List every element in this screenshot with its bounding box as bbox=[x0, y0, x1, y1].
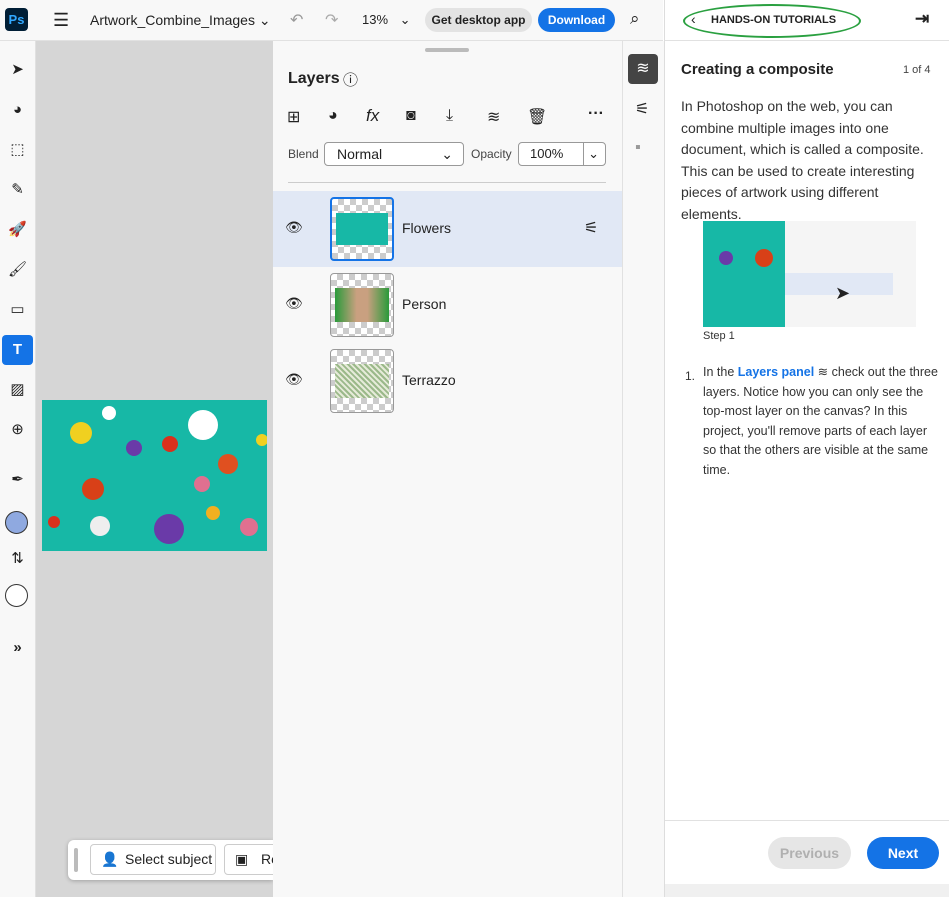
redo-icon[interactable]: ↷ bbox=[325, 10, 338, 30]
collapse-panel-icon[interactable]: ⇥ bbox=[915, 9, 929, 29]
step-number: 1. bbox=[685, 369, 696, 383]
canvas-image-flowers[interactable] bbox=[42, 400, 267, 551]
layers-panel-link[interactable]: Layers panel bbox=[738, 365, 814, 379]
quick-selection-icon[interactable]: ⬚ bbox=[2, 135, 33, 165]
comments-icon[interactable]: ▪ bbox=[635, 139, 641, 157]
tutorial-title: Creating a composite bbox=[681, 61, 834, 78]
chevron-down-icon[interactable]: ⌄ bbox=[588, 143, 599, 165]
undo-icon[interactable]: ↶ bbox=[290, 10, 303, 30]
properties-icon[interactable]: ⚟ bbox=[635, 99, 649, 119]
previous-button[interactable]: Previous bbox=[768, 837, 851, 869]
clip-icon[interactable]: ⤓ bbox=[446, 107, 453, 125]
document-title: Artwork_Combine_Images bbox=[90, 12, 255, 28]
back-icon[interactable]: ‹ bbox=[691, 11, 696, 27]
blend-value: Normal bbox=[337, 146, 383, 162]
opacity-label: Opacity bbox=[471, 147, 512, 161]
layer-thumbnail bbox=[330, 349, 394, 413]
contextual-taskbar: 👤 Select subject ▣ Re bbox=[68, 840, 284, 880]
layer-name: Terrazzo bbox=[402, 372, 456, 388]
document-title-dropdown[interactable]: Artwork_Combine_Images ⌄ bbox=[90, 12, 271, 29]
layer-row-flowers[interactable]: 👁 Flowers ⚟ bbox=[273, 191, 622, 267]
layers-icon: ≋ bbox=[817, 365, 829, 379]
tutorial-intro: In Photoshop on the web, you can combine… bbox=[681, 98, 924, 222]
chevron-down-icon: ⌄ bbox=[441, 146, 453, 162]
adjustment-layer-icon[interactable]: ◕ bbox=[328, 107, 338, 125]
layers-title: Layers bbox=[288, 70, 340, 87]
tutorial-header: ‹ HANDS-ON TUTORIALS ⇥ bbox=[665, 0, 949, 41]
divider bbox=[665, 820, 949, 821]
generative-fill-icon[interactable]: ▨ bbox=[2, 375, 33, 405]
tutorial-page-indicator: 1 of 4 bbox=[903, 64, 931, 76]
zoom-dropdown[interactable]: 13% ⌄ bbox=[362, 12, 411, 28]
download-button[interactable]: Download bbox=[538, 8, 615, 32]
fx-icon[interactable]: fx bbox=[366, 106, 379, 126]
visibility-eye-icon[interactable]: 👁 bbox=[285, 219, 303, 236]
layer-row-person[interactable]: 👁 Person bbox=[273, 267, 622, 343]
brush-icon[interactable]: 🖌 bbox=[2, 255, 33, 285]
visibility-eye-icon[interactable]: 👁 bbox=[285, 295, 303, 312]
photoshop-logo: Ps bbox=[5, 8, 28, 31]
eyedropper-icon[interactable]: ✒ bbox=[2, 465, 33, 495]
tutorial-header-label: HANDS-ON TUTORIALS bbox=[711, 14, 837, 26]
tool-bar: ➤ ◕ ⬚ ✎ 🚀 🖌 ▭ T ▨ ⊕ ✒ ⇅ » bbox=[0, 41, 36, 897]
swap-colors-icon[interactable]: ⇅ bbox=[2, 544, 33, 574]
select-subject-label: Select subject bbox=[125, 851, 213, 867]
layer-name: Flowers bbox=[402, 220, 452, 236]
delete-icon[interactable]: 🗑 bbox=[527, 107, 547, 127]
layers-panel: Layers ⓘ ⊞ ◕ fx ◙ ⤓ ≋ 🗑 ··· Blend Normal… bbox=[273, 41, 623, 897]
rectangle-shape-icon[interactable]: ▭ bbox=[2, 295, 33, 325]
step-caption: Step 1 bbox=[703, 330, 735, 342]
add-layer-icon[interactable]: ⊞ bbox=[287, 107, 300, 127]
layer-name: Person bbox=[402, 296, 447, 312]
get-desktop-app-button[interactable]: Get desktop app bbox=[425, 8, 532, 32]
layer-stack-icon[interactable]: ≋ bbox=[487, 107, 500, 127]
image-icon: ▣ bbox=[235, 851, 249, 867]
step-instruction: In the Layers panel ≋ check out the thre… bbox=[703, 363, 943, 480]
search-icon[interactable]: ⌕ bbox=[630, 9, 640, 29]
panel-drag-handle[interactable] bbox=[425, 48, 469, 52]
top-bar: Ps ☰ Artwork_Combine_Images ⌄ ↶ ↷ 13% ⌄ … bbox=[0, 0, 663, 41]
layer-properties-icon[interactable]: ⚟ bbox=[584, 218, 598, 238]
opacity-input[interactable]: 100% ⌄ bbox=[518, 142, 606, 166]
step-text: In the bbox=[703, 365, 738, 379]
person-selection-icon: 👤 bbox=[101, 851, 119, 867]
drag-handle[interactable] bbox=[74, 848, 78, 872]
expand-tools-icon[interactable]: » bbox=[2, 633, 33, 663]
menu-icon[interactable]: ☰ bbox=[53, 10, 69, 31]
quick-actions-rocket-icon[interactable]: 🚀 bbox=[2, 215, 33, 245]
chevron-down-icon: ⌄ bbox=[258, 12, 271, 28]
panel-footer bbox=[665, 884, 949, 897]
panel-icon-strip: ≋ ⚟ ▪ bbox=[623, 41, 664, 897]
foreground-color-swatch[interactable] bbox=[5, 511, 28, 534]
opacity-value: 100% bbox=[530, 146, 564, 161]
tutorials-panel: ‹ HANDS-ON TUTORIALS ⇥ Creating a compos… bbox=[664, 0, 949, 897]
add-image-icon[interactable]: ⊕ bbox=[2, 415, 33, 445]
chevron-down-icon: ⌄ bbox=[399, 12, 411, 27]
select-subject-button[interactable]: 👤 Select subject bbox=[90, 844, 216, 875]
more-options-icon[interactable]: ··· bbox=[588, 105, 604, 123]
select-tool-icon[interactable]: ➤ bbox=[2, 55, 33, 85]
layer-thumbnail bbox=[330, 197, 394, 261]
type-tool-icon[interactable]: T bbox=[2, 335, 33, 365]
blend-label: Blend bbox=[288, 147, 319, 161]
layers-panel-icon[interactable]: ≋ bbox=[628, 54, 658, 84]
visibility-eye-icon[interactable]: 👁 bbox=[285, 371, 303, 388]
divider bbox=[288, 182, 606, 183]
layer-row-terrazzo[interactable]: 👁 Terrazzo bbox=[273, 343, 622, 419]
step-illustration: ➤ bbox=[703, 221, 916, 327]
blend-mode-select[interactable]: Normal ⌄ bbox=[324, 142, 464, 166]
next-button[interactable]: Next bbox=[867, 837, 939, 869]
step-text: check out the three layers. Notice how y… bbox=[703, 365, 938, 477]
background-color-swatch[interactable] bbox=[5, 584, 28, 607]
adjust-tool-icon[interactable]: ◕ bbox=[2, 95, 33, 125]
info-icon[interactable]: ⓘ bbox=[343, 69, 358, 90]
zoom-value: 13% bbox=[362, 12, 389, 27]
mask-icon[interactable]: ◙ bbox=[406, 107, 416, 125]
healing-brush-icon[interactable]: ✎ bbox=[2, 175, 33, 205]
layer-thumbnail bbox=[330, 273, 394, 337]
